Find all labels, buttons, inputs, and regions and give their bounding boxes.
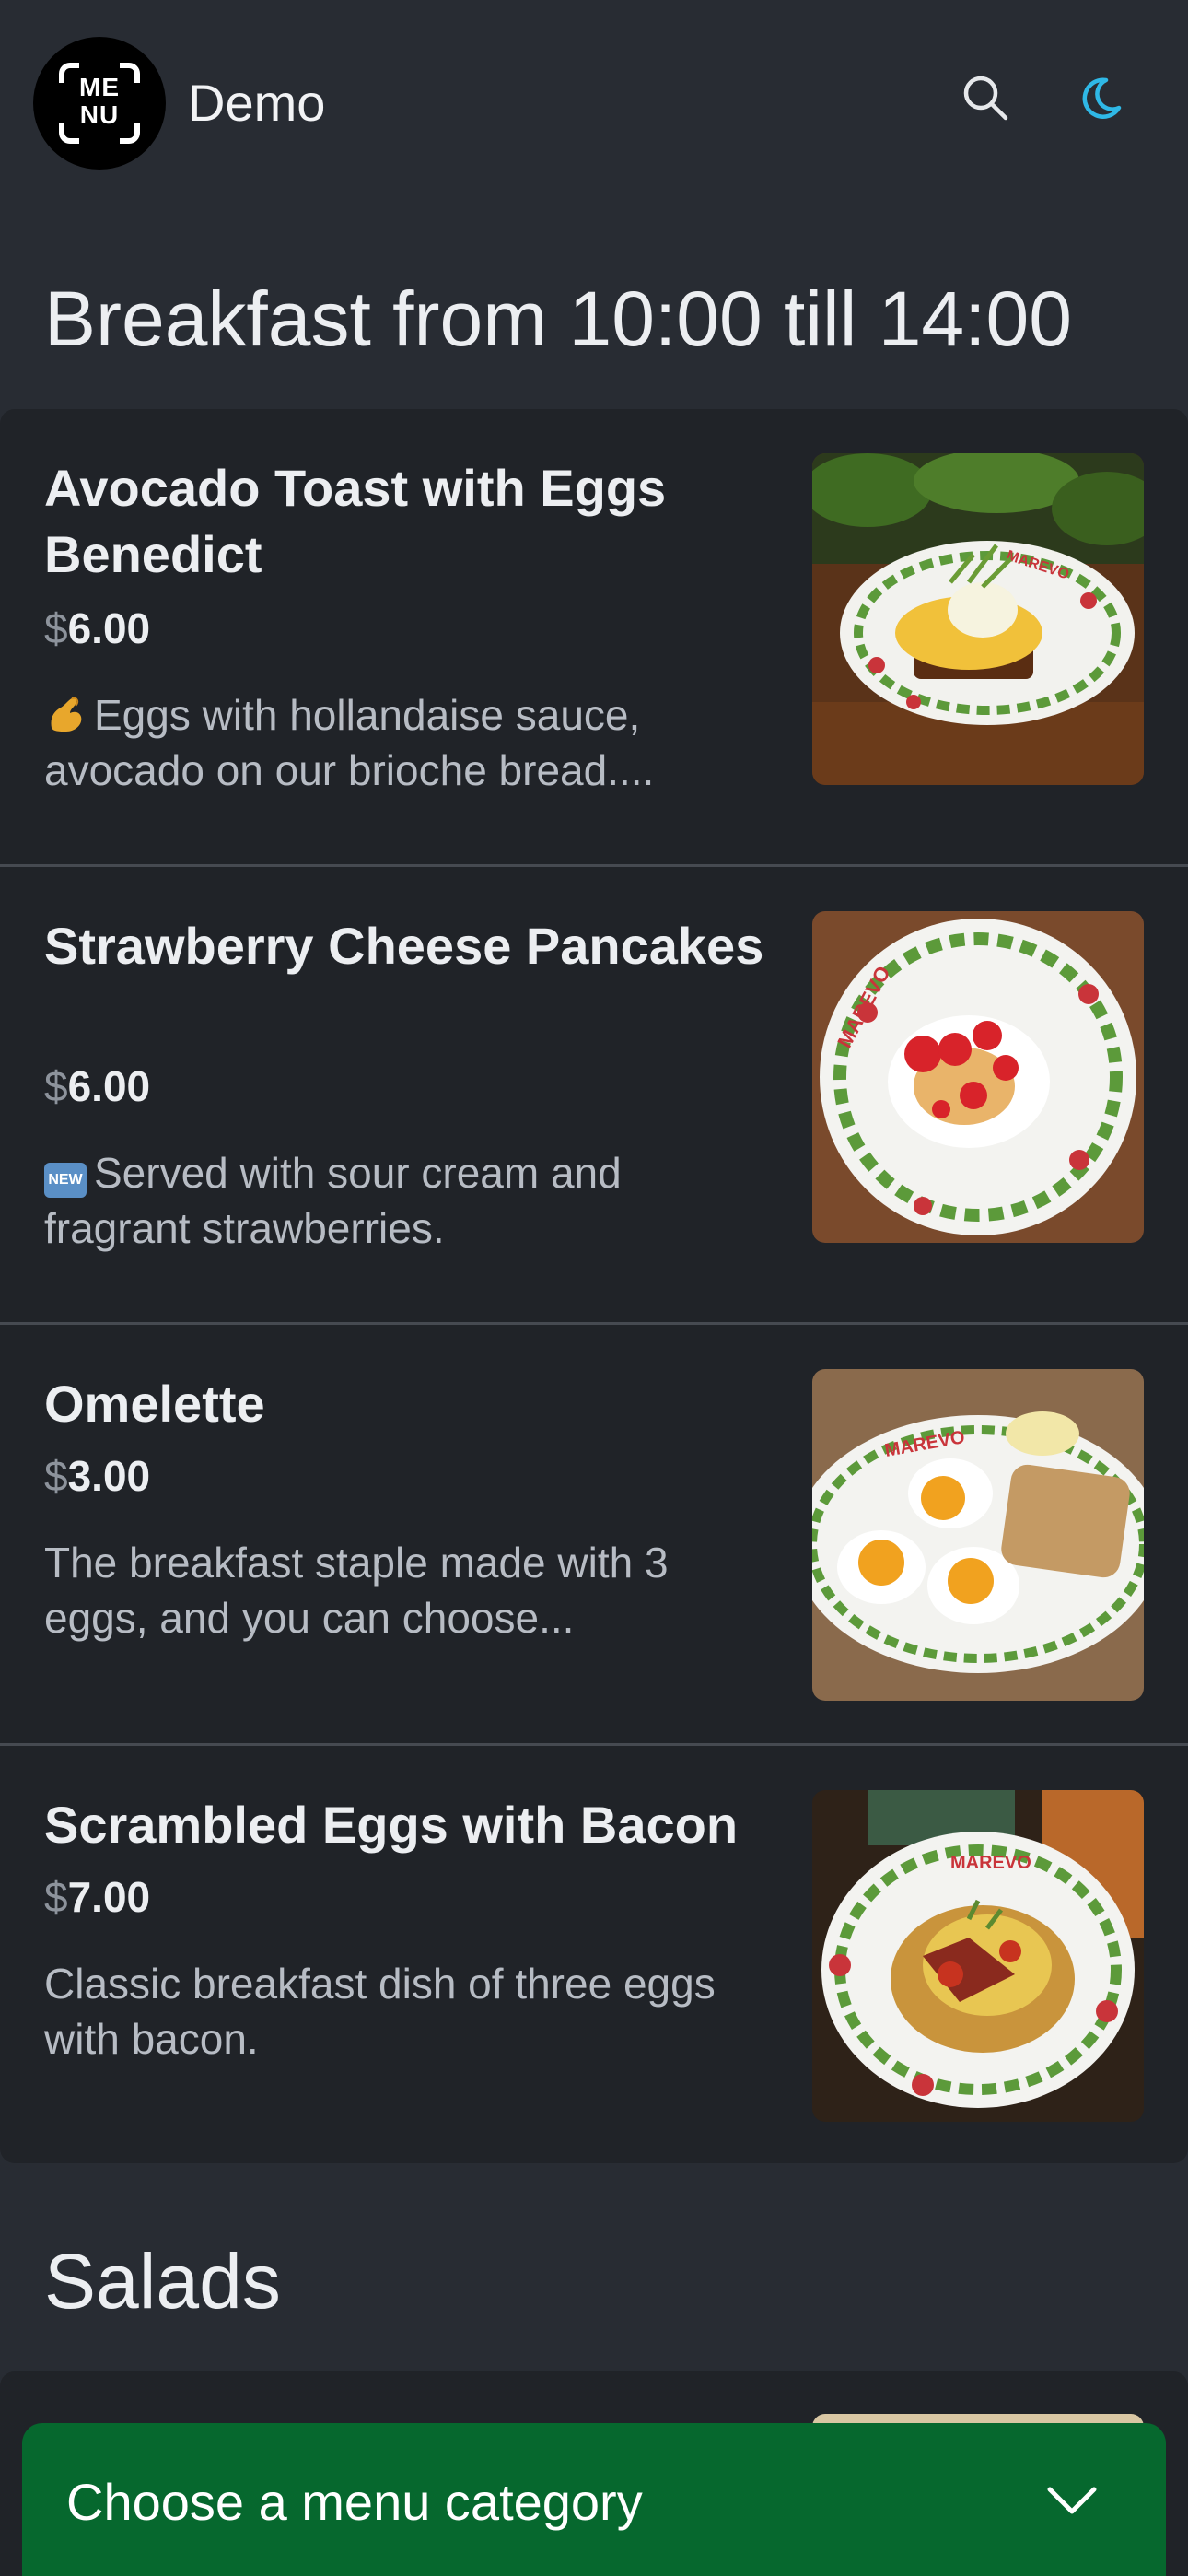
item-name: Strawberry Cheese Pancakes (44, 917, 764, 975)
item-description: The breakfast staple made with 3 eggs, a… (44, 1539, 669, 1642)
menu-page: ME NU Demo Breakfast from 10:00 till 14:0… (0, 0, 1188, 2576)
item-currency: $ (44, 1452, 68, 1500)
category-selector-label: Choose a menu category (66, 2473, 643, 2531)
logo-frame: ME NU (59, 63, 140, 144)
strawberry-pancakes-photo[interactable]: MAREVO (812, 911, 1144, 1243)
theme-toggle-button[interactable] (1072, 68, 1131, 127)
item-price-value: 6.00 (67, 1062, 151, 1110)
menu-item[interactable]: Scrambled Eggs with Bacon $7.00 Classic … (0, 1746, 1188, 2163)
pinching-hand-icon (51, 697, 82, 732)
logo-text: ME NU (79, 73, 120, 129)
section-title-salads: Salads (44, 2238, 281, 2324)
item-name: Omelette (44, 1375, 265, 1433)
restaurant-logo[interactable]: ME NU (33, 37, 166, 170)
item-price: $6.00 (44, 603, 150, 654)
item-price: $3.00 (44, 1450, 150, 1502)
menu-item[interactable]: Strawberry Cheese Pancakes $6.00 NEW Serv… (0, 867, 1188, 1324)
item-description-text: Served with sour cream and fragrant stra… (44, 1149, 622, 1252)
section-title-breakfast: Breakfast from 10:00 till 14:00 (44, 275, 1072, 362)
search-button[interactable] (956, 68, 1015, 127)
item-price-value: 3.00 (67, 1452, 151, 1500)
search-icon (963, 76, 1008, 121)
item-price-value: 6.00 (67, 604, 151, 652)
fried-eggs-photo[interactable]: MAREVO (812, 1369, 1144, 1701)
moon-icon (1082, 77, 1122, 119)
breakfast-items: Avocado Toast with Eggs Benedict $6.00 E… (0, 409, 1188, 2163)
item-currency: $ (44, 1873, 68, 1921)
header: ME NU Demo (0, 0, 1188, 203)
avocado-toast-photo[interactable]: MAREVO (812, 453, 1144, 785)
item-description: Eggs with hollandaise sauce, avocado on … (44, 687, 772, 798)
item-price-value: 7.00 (67, 1873, 151, 1921)
chevron-down-icon (1047, 2487, 1097, 2514)
item-price: $7.00 (44, 1871, 150, 1923)
menu-item[interactable]: Avocado Toast with Eggs Benedict $6.00 E… (0, 409, 1188, 866)
item-currency: $ (44, 604, 68, 652)
menu-item[interactable]: Omelette $3.00 The breakfast staple made… (0, 1325, 1188, 1745)
scrambled-eggs-photo[interactable]: MAREVO (812, 1790, 1144, 2122)
item-description-text: Eggs with hollandaise sauce, avocado on … (44, 691, 655, 794)
plate-text: MAREVO (950, 1853, 1031, 1873)
brand-name[interactable]: Demo (188, 72, 325, 135)
item-name: Scrambled Eggs with Bacon (44, 1796, 739, 1854)
item-currency: $ (44, 1062, 68, 1110)
item-name: Avocado Toast with Eggs Benedict (44, 459, 667, 583)
item-price: $6.00 (44, 1060, 150, 1112)
item-description: Classic breakfast dish of three eggs wit… (44, 1960, 716, 2063)
new-badge-icon: NEW (44, 1163, 87, 1198)
item-description: NEW Served with sour cream and fragrant s… (44, 1145, 772, 1256)
category-selector[interactable]: Choose a menu category (22, 2423, 1166, 2576)
